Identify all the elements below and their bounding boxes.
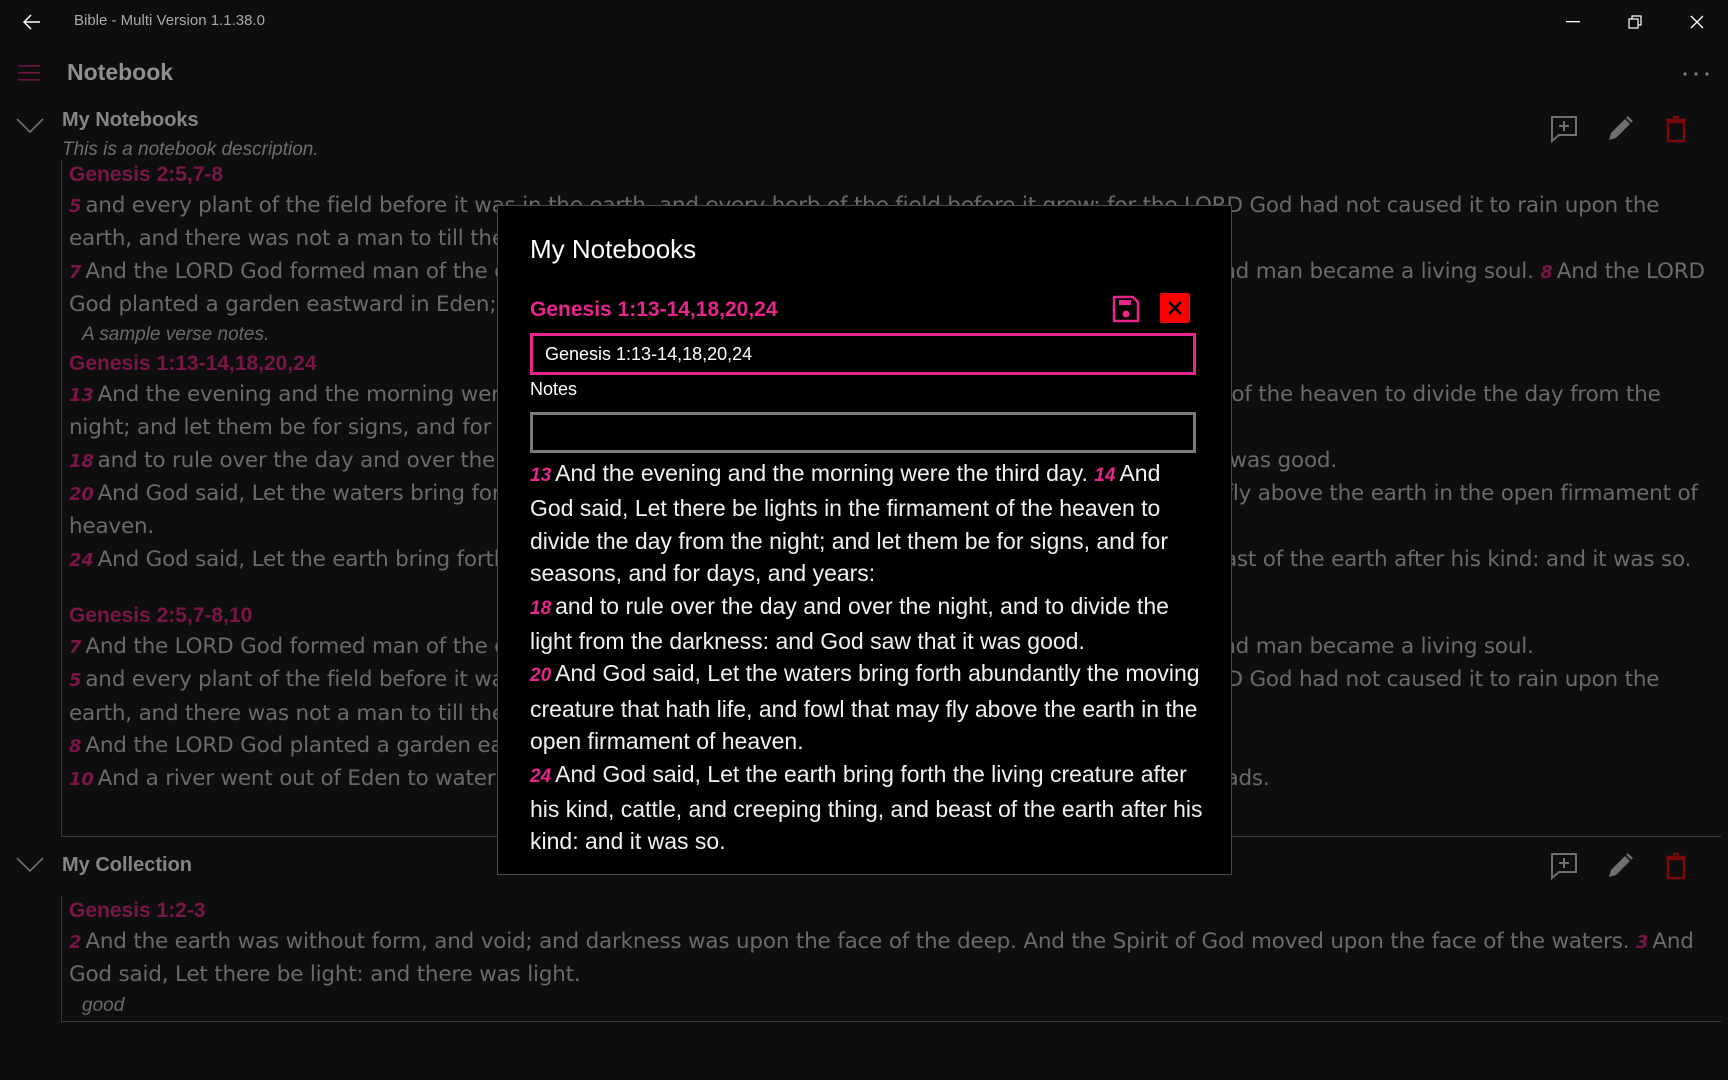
delete-trash-icon: [1664, 852, 1688, 880]
edit-pencil-icon: [1606, 852, 1634, 880]
add-note-button[interactable]: [1536, 846, 1592, 886]
minimize-icon: [1566, 21, 1580, 23]
save-floppy-icon: [1111, 294, 1141, 324]
verse-number: 8: [1540, 261, 1553, 283]
verse-number: 24: [69, 549, 94, 571]
more-options-button[interactable]: [1676, 62, 1716, 86]
verse-number: 8: [69, 735, 82, 757]
edit-button[interactable]: [1592, 846, 1648, 886]
verse-number: 2: [69, 932, 82, 953]
edit-button[interactable]: [1592, 109, 1648, 149]
verse-text: and to rule over the day and over the ni…: [530, 592, 1169, 655]
add-note-icon: [1550, 115, 1578, 143]
notes-label: Notes: [530, 379, 578, 399]
verse-text: And the evening and the morning were the…: [555, 460, 1088, 486]
more-icon: [1683, 72, 1709, 76]
verse-number: 13: [530, 465, 552, 486]
verse-reference[interactable]: Genesis 2:5,7-8: [69, 160, 1721, 190]
verse-reference[interactable]: Genesis 1:2-3: [69, 896, 1721, 926]
group-actions: [1536, 846, 1704, 886]
verse-number: 3: [1636, 932, 1649, 953]
edit-verse-dialog: My Notebooks Genesis 1:13-14,18,20,24 No…: [497, 205, 1232, 875]
reference-input[interactable]: [530, 333, 1196, 375]
hamburger-menu-button[interactable]: [18, 64, 44, 84]
back-arrow-icon: [23, 14, 41, 30]
close-icon: [1690, 15, 1704, 29]
group-description: This is a notebook description.: [62, 139, 319, 160]
add-note-button[interactable]: [1536, 109, 1592, 149]
add-note-icon: [1550, 852, 1578, 880]
title-bar: Bible - Multi Version 1.1.38.0: [0, 0, 1728, 44]
verse-paragraph: 2 And the earth was without form, and voi…: [69, 926, 1721, 992]
notes-input[interactable]: [530, 412, 1196, 453]
dialog-verse-paragraph: 20 And God said, Let the waters bring for…: [530, 657, 1210, 757]
verse-number: 20: [530, 665, 552, 687]
group-title: My Collection: [62, 854, 193, 876]
hamburger-icon: [18, 64, 44, 82]
dialog-verse-paragraph: 13 And the evening and the morning were t…: [530, 457, 1210, 590]
verse-number: 18: [530, 597, 552, 619]
restore-button[interactable]: [1604, 0, 1666, 44]
group-actions: [1536, 109, 1704, 149]
verse-text: And God said, Let the earth bring forth …: [530, 760, 1203, 855]
collection-entries: Genesis 1:2-3 2 And the earth was without …: [61, 896, 1721, 1022]
close-x-icon: [1167, 300, 1183, 316]
minimize-button[interactable]: [1542, 0, 1604, 44]
verse-number: 13: [69, 385, 94, 407]
edit-pencil-icon: [1606, 115, 1634, 143]
verse-number: 24: [530, 765, 552, 787]
group-title: My Notebooks: [62, 109, 199, 131]
close-window-button[interactable]: [1666, 0, 1728, 44]
close-dialog-button[interactable]: [1160, 293, 1190, 323]
dialog-verse-paragraph: 24 And God said, Let the earth bring fort…: [530, 758, 1210, 858]
dialog-reference: Genesis 1:13-14,18,20,24: [530, 298, 778, 321]
save-button[interactable]: [1109, 292, 1143, 326]
collapse-collection-button[interactable]: [16, 857, 46, 879]
verse-entry[interactable]: Genesis 1:2-3 2 And the earth was without …: [62, 896, 1721, 1020]
app-title: Bible - Multi Version 1.1.38.0: [74, 12, 265, 29]
verse-number: 20: [69, 484, 94, 506]
delete-button[interactable]: [1648, 846, 1704, 886]
verse-number: 5: [69, 196, 82, 217]
restore-icon: [1628, 15, 1642, 29]
collapse-notebooks-button[interactable]: [16, 118, 46, 140]
verse-note: good: [82, 994, 125, 1016]
chevron-down-icon: [16, 118, 46, 134]
verse-number: 14: [1094, 465, 1116, 486]
dialog-verse-paragraph: 18 and to rule over the day and over the …: [530, 590, 1210, 658]
dialog-verse-text: 13 And the evening and the morning were t…: [530, 457, 1210, 858]
verse-number: 5: [69, 670, 82, 692]
delete-button[interactable]: [1648, 109, 1704, 149]
verse-number: 7: [69, 261, 82, 283]
verse-number: 7: [69, 636, 82, 658]
back-button[interactable]: [14, 8, 50, 36]
page-title: Notebook: [67, 59, 174, 85]
verse-text: And the earth was without form, and void…: [85, 929, 1630, 954]
dialog-title: My Notebooks: [530, 234, 697, 264]
verse-number: 10: [69, 769, 94, 791]
chevron-down-icon: [16, 857, 46, 873]
verse-text: And God said, Let the waters bring forth…: [530, 660, 1200, 755]
delete-trash-icon: [1664, 115, 1688, 143]
verse-number: 18: [69, 450, 94, 472]
